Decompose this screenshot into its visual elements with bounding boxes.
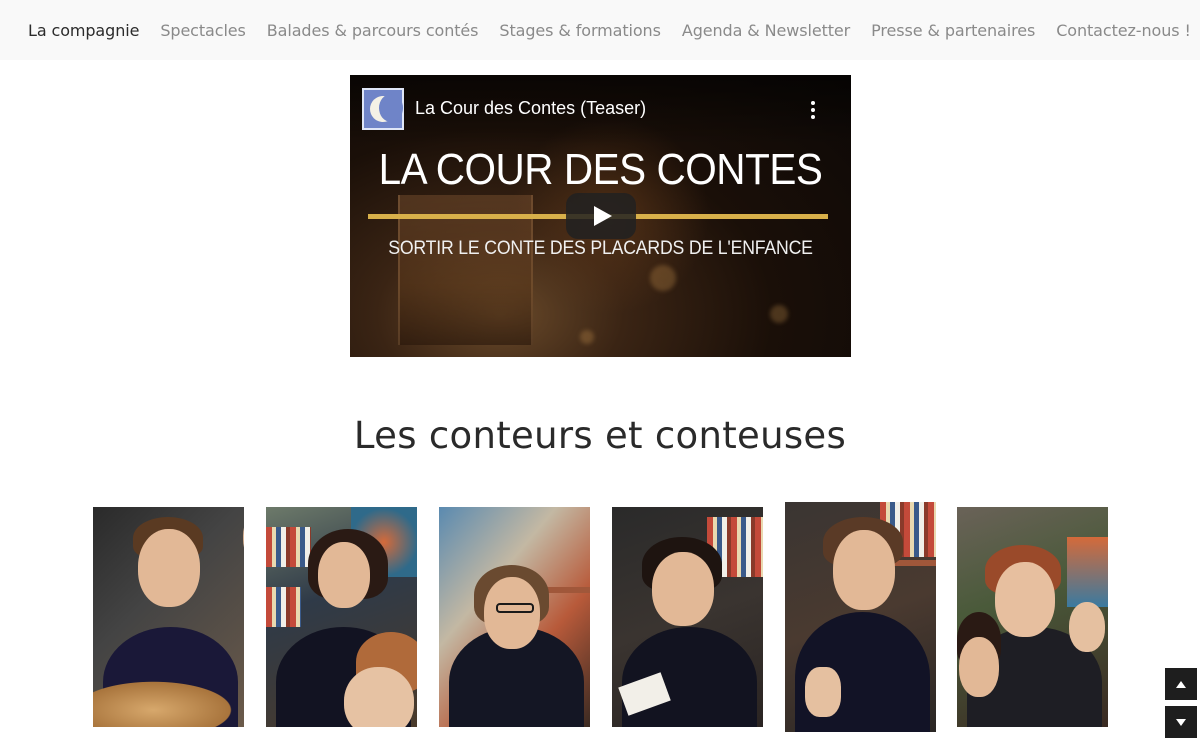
second-person-face [959,637,999,697]
storyteller-photo-5[interactable] [785,502,936,732]
nav-item-agenda[interactable]: Agenda & Newsletter [682,21,850,40]
bokeh-light [770,305,788,323]
second-person-face [344,667,414,727]
video-title[interactable]: La Cour des Contes (Teaser) [415,98,646,119]
guitar [93,677,244,727]
glasses-icon [496,603,534,613]
bokeh-light [650,265,676,291]
photo-face [318,542,370,608]
section-title: Les conteurs et conteuses [353,414,847,457]
photo-face [138,529,200,607]
photo-face [652,552,714,626]
video-headline: LA COUR DES CONTES [378,145,823,194]
moon-logo-icon [370,94,403,122]
nav-item-spectacles[interactable]: Spectacles [160,21,246,40]
storyteller-photo-4[interactable] [612,507,763,727]
nav-item-balades[interactable]: Balades & parcours contés [267,21,479,40]
video-subtitle: SORTIR LE CONTE DES PLACARDS DE L'ENFANC… [388,238,813,259]
hand [805,667,841,717]
video-player[interactable]: La Cour des Contes (Teaser) LA COUR DES … [350,75,851,357]
photo-face [995,562,1055,637]
photo-body [622,627,757,727]
storyteller-photo-1[interactable] [93,507,244,727]
photo-face [833,530,895,610]
bookshelf [266,527,311,567]
hand [1069,602,1105,652]
bokeh-light [580,330,594,344]
arrow-up-icon [1176,680,1186,688]
main-nav: La compagnie Spectacles Balades & parcou… [0,0,1200,60]
storyteller-photo-2[interactable] [266,507,417,727]
arrow-down-icon [1176,718,1186,726]
scroll-up-button[interactable] [1165,668,1197,700]
channel-logo-icon[interactable] [362,88,404,130]
storyteller-photo-3[interactable] [439,507,590,727]
bookshelf [266,587,301,627]
nav-item-la-compagnie[interactable]: La compagnie [28,21,139,40]
photo-face [484,577,540,649]
storyteller-photo-6[interactable] [957,507,1108,727]
play-icon [594,206,612,226]
poster [1067,537,1108,607]
scroll-down-button[interactable] [1165,706,1197,738]
more-options-icon[interactable] [802,97,824,123]
play-button[interactable] [566,193,636,239]
nav-item-contact[interactable]: Contactez-nous ! [1056,21,1191,40]
nav-item-presse[interactable]: Presse & partenaires [871,21,1035,40]
nav-item-stages[interactable]: Stages & formations [499,21,661,40]
